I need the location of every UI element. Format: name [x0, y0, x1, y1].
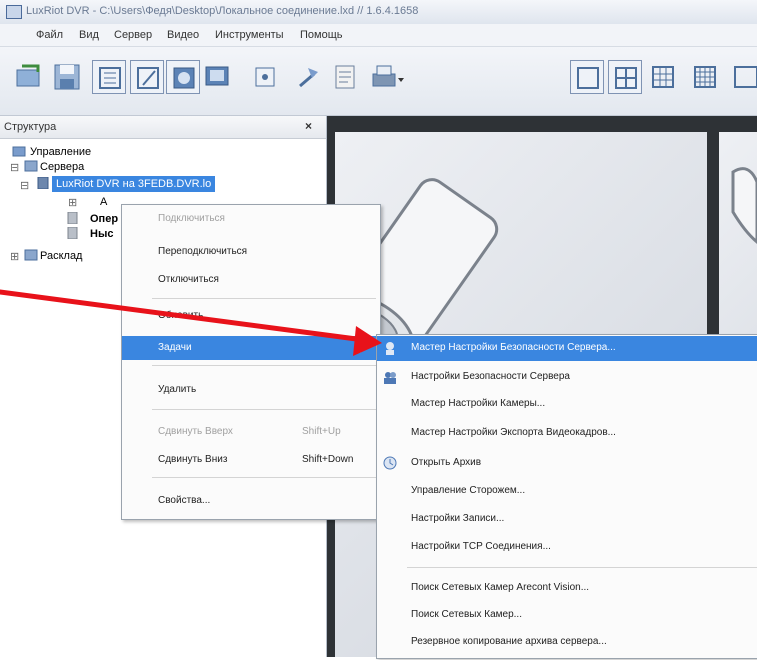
layout-9-icon[interactable] — [646, 60, 680, 94]
layouts-icon — [24, 249, 38, 261]
window-title: LuxRiot DVR - C:\Users\Федя\Desktop\Лока… — [26, 5, 419, 17]
submenu-item-camera-wizard[interactable]: Мастер Настройки Камеры... — [377, 392, 757, 417]
layout-1-icon[interactable] — [570, 60, 604, 94]
expand-icon[interactable]: ⊟ — [20, 179, 29, 192]
expand-icon[interactable]: ⊟ — [10, 161, 19, 174]
menu-item-move-down[interactable]: Сдвинуть Вниз Shift+Down — [122, 448, 380, 472]
menu-separator — [407, 567, 757, 568]
menu-separator — [152, 477, 376, 478]
menu-bar: Файл Вид Сервер Видео Инструменты Помощь — [0, 24, 757, 47]
menu-separator — [152, 298, 376, 299]
menu-item-delete[interactable]: Удалить — [122, 378, 380, 402]
tree-server-selected[interactable]: LuxRiot DVR на 3FEDB.DVR.lo — [52, 176, 216, 192]
submenu-item-record-settings[interactable]: Настройки Записи... — [377, 507, 757, 532]
close-icon[interactable]: × — [305, 119, 312, 133]
submenu-item-security-settings[interactable]: Настройки Безопасности Сервера — [377, 365, 757, 390]
management-icon — [12, 146, 26, 157]
menu-item-connect[interactable]: Подключиться — [122, 207, 380, 231]
play-icon[interactable] — [290, 60, 324, 94]
menu-item-refresh[interactable]: Обновить — [122, 304, 380, 328]
tree-item-nys[interactable]: Ныс — [90, 228, 113, 240]
submenu-item-backup-archive[interactable]: Резервное копирование архива сервера... — [377, 630, 757, 655]
layout-list-icon[interactable] — [92, 60, 126, 94]
submenu-item-arecont-search[interactable]: Поиск Сетевых Камер Arecont Vision... — [377, 576, 757, 601]
title-bar: LuxRiot DVR - C:\Users\Федя\Desktop\Лока… — [0, 0, 757, 25]
security-wizard-icon — [386, 342, 394, 355]
tree-layouts[interactable]: Расклад — [40, 250, 82, 262]
submenu-item-open-archive[interactable]: Открыть Архив — [377, 451, 757, 476]
tree-item-oper[interactable]: Опер — [90, 213, 118, 225]
layout-more-icon[interactable] — [728, 60, 757, 94]
submenu-item-export-wizard[interactable]: Мастер Настройки Экспорта Видеокадров... — [377, 421, 757, 446]
menu-item-move-up[interactable]: Сдвинуть Вверх Shift+Up — [122, 420, 380, 444]
edit-icon[interactable] — [130, 60, 164, 94]
fullscreen-icon[interactable] — [248, 60, 282, 94]
device-icon — [67, 212, 78, 224]
submenu-item-security-wizard[interactable]: Мастер Настройки Безопасности Сервера... — [377, 336, 757, 361]
monitor-icon[interactable] — [200, 60, 234, 94]
menu-item-tasks[interactable]: Задачи — [122, 336, 380, 360]
expand-icon[interactable]: ⊞ — [10, 250, 19, 263]
users-icon — [384, 372, 396, 384]
tree-servers[interactable]: Сервера — [40, 161, 84, 173]
context-menu: Подключиться Переподключиться Отключитьс… — [121, 204, 381, 520]
menu-help[interactable]: Помощь — [300, 29, 343, 41]
servers-icon — [24, 160, 38, 172]
camera-icon[interactable] — [166, 60, 200, 94]
tree-child[interactable]: А — [100, 196, 107, 208]
archive-icon[interactable] — [328, 60, 362, 94]
menu-separator — [152, 409, 376, 410]
menu-item-disconnect[interactable]: Отключиться — [122, 268, 380, 292]
menu-item-properties[interactable]: Свойства... — [122, 489, 380, 513]
menu-item-reconnect[interactable]: Переподключиться — [122, 240, 380, 264]
menu-separator — [152, 365, 376, 366]
submenu-item-watchdog[interactable]: Управление Сторожем... — [377, 479, 757, 504]
layout-4-icon[interactable] — [608, 60, 642, 94]
structure-title: Структура — [4, 121, 57, 133]
device-icon — [67, 227, 78, 239]
server-icon — [37, 177, 49, 189]
toolbar — [0, 47, 757, 116]
layout-16-icon[interactable] — [688, 60, 722, 94]
save-icon[interactable] — [50, 60, 84, 94]
menu-file[interactable]: Файл — [36, 29, 63, 41]
menu-server[interactable]: Сервер — [114, 29, 152, 41]
submenu-arrow-icon — [360, 343, 365, 353]
tree-root[interactable]: Управление — [30, 146, 91, 158]
menu-tools[interactable]: Инструменты — [215, 29, 284, 41]
submenu-item-tcp-settings[interactable]: Настройки TCP Соединения... — [377, 535, 757, 560]
archive-icon — [383, 456, 397, 470]
app-icon — [6, 5, 22, 19]
submenu-item-camera-search[interactable]: Поиск Сетевых Камер... — [377, 603, 757, 628]
expand-icon[interactable]: ⊞ — [68, 196, 77, 209]
connect-icon[interactable] — [12, 60, 46, 94]
structure-header: Структура × — [0, 116, 326, 139]
menu-view[interactable]: Вид — [79, 29, 99, 41]
tasks-submenu: Мастер Настройки Безопасности Сервера...… — [376, 334, 757, 659]
print-icon[interactable] — [368, 60, 408, 94]
menu-video[interactable]: Видео — [167, 29, 199, 41]
